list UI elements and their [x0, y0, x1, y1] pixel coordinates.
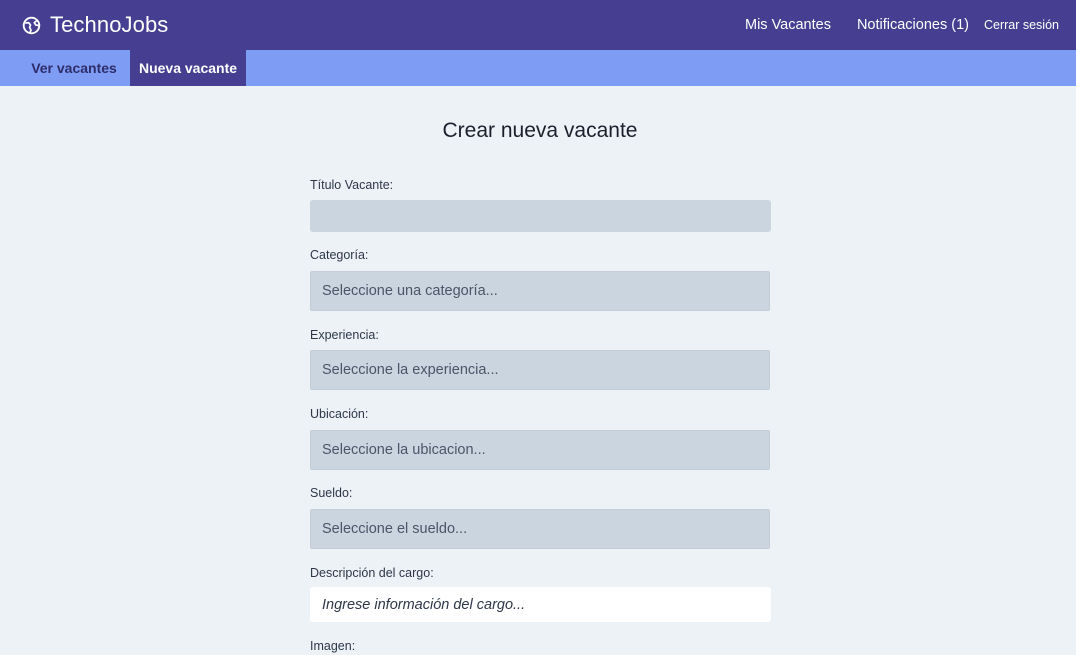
tab-new-vacancy[interactable]: Nueva vacante [130, 50, 246, 86]
experience-select[interactable]: Seleccione la experiencia... [310, 350, 770, 390]
tab-view-vacancies[interactable]: Ver vacantes [19, 50, 129, 86]
category-select[interactable]: Seleccione una categoría... [310, 271, 770, 311]
image-label: Imagen: [310, 639, 356, 653]
experience-label: Experiencia: [310, 328, 379, 342]
top-navbar: TechnoJobs Mis Vacantes Notificaciones (… [0, 0, 1076, 50]
page-title: Crear nueva vacante [442, 119, 638, 142]
title-field-label: Título Vacante: [310, 178, 394, 192]
brand-name: TechnoJobs [50, 12, 169, 37]
location-select[interactable]: Seleccione la ubicacion... [310, 430, 770, 470]
salary-select[interactable]: Seleccione el sueldo... [310, 509, 770, 549]
salary-label: Sueldo: [310, 486, 353, 500]
title-input[interactable] [310, 200, 771, 232]
description-label: Descripción del cargo: [310, 566, 434, 580]
browser-logo-icon [22, 16, 41, 35]
description-editor[interactable]: Ingrese información del cargo... [310, 587, 771, 622]
logout-button[interactable]: Cerrar sesión [984, 18, 1059, 32]
nav-my-vacancies[interactable]: Mis Vacantes [745, 17, 831, 33]
sub-navbar: Ver vacantes Nueva vacante [0, 50, 1076, 86]
nav-notifications[interactable]: Notificaciones (1) [857, 17, 969, 33]
brand-link[interactable]: TechnoJobs [22, 0, 168, 50]
category-label: Categoría: [310, 248, 369, 262]
location-label: Ubicación: [310, 407, 369, 421]
user-nav: Mis Vacantes Notificaciones (1) Cerrar s… [719, 0, 1059, 50]
